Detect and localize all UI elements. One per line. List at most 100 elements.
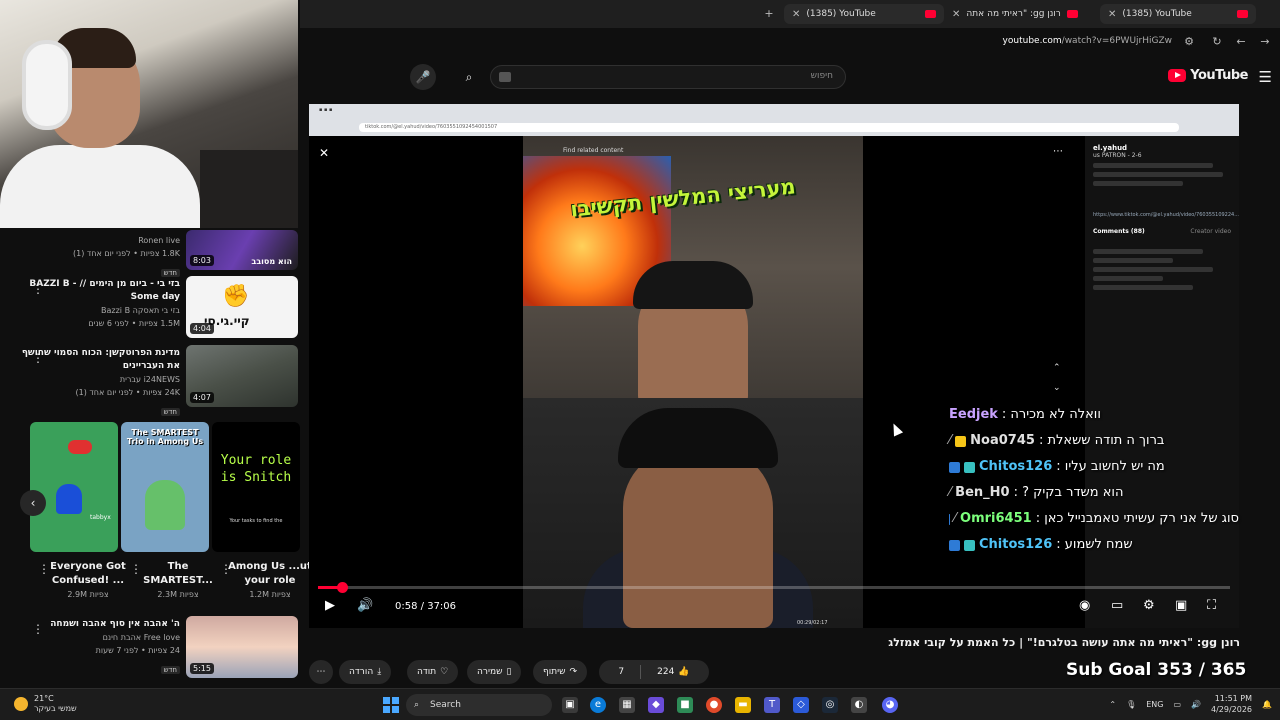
close-icon[interactable]: ✕ <box>792 9 800 20</box>
language-indicator[interactable]: ENG <box>1146 700 1163 709</box>
download-button[interactable]: הורדה ⤓ <box>339 660 392 684</box>
like-count[interactable]: 224 <box>657 667 674 677</box>
keyboard-icon[interactable] <box>499 72 511 82</box>
short-title[interactable]: Among Us ...ut your role <box>226 560 314 588</box>
copilot-icon[interactable]: ◆ <box>648 697 664 713</box>
close-icon[interactable]: ✕ <box>952 9 960 20</box>
search-input[interactable]: חיפוש <box>490 65 846 89</box>
progress-scrubber[interactable] <box>336 582 348 593</box>
clock-date: 4/29/2026 <box>1211 705 1253 714</box>
find-related-text: Find related content <box>563 147 624 154</box>
youtube-favicon-icon <box>1066 10 1078 18</box>
thumbs-up-icon[interactable]: 👍 <box>678 667 689 677</box>
new-tab-icon[interactable]: + <box>762 7 776 21</box>
chat-message: ⁄ Ben_H0 הוא משדר בקיק ? : <box>949 480 1239 506</box>
miniplayer-icon[interactable]: ▣ <box>1175 598 1187 613</box>
teams-icon[interactable]: T <box>764 697 780 713</box>
hamburger-menu-icon[interactable]: ☰ <box>1259 68 1272 86</box>
new-badge: חדש <box>160 408 180 416</box>
taskbar-search[interactable]: ⌕ Search <box>406 694 552 716</box>
notification-bell-icon[interactable]: 🔔 <box>1262 700 1272 709</box>
fullscreen-icon[interactable]: ⛶ <box>1207 598 1216 613</box>
video-thumbnail[interactable]: 4:07 <box>186 345 298 407</box>
autoplay-toggle-icon[interactable]: ◉ <box>1079 598 1090 613</box>
save-button[interactable]: שמירה ▯ <box>467 660 522 684</box>
comments-header: Comments (88) Creator video <box>1093 228 1231 235</box>
short-thumbnail[interactable]: Your role is Snitch Your tasks to find t… <box>212 422 300 552</box>
dislike-count[interactable]: 7 <box>618 667 624 677</box>
player-controls: ▶ 🔊 0:58 / 37:06 ◉ ▭ ⚙ ▣ ⛶ <box>309 594 1239 622</box>
task-view-icon[interactable]: ▣ <box>562 697 578 713</box>
short-thumbnail[interactable]: tabbyx <box>30 422 118 552</box>
thanks-label: תודה <box>417 667 437 677</box>
progress-bar[interactable] <box>318 582 1230 593</box>
clock[interactable]: 11:51 PM 4/29/2026 <box>1211 693 1252 715</box>
discord-icon[interactable]: ◕ <box>882 697 898 713</box>
microphone-icon[interactable]: 🎙 <box>1126 700 1136 709</box>
text-line <box>1093 267 1213 272</box>
video-title: בזי בי - ביום מן הימים // BAZZI B - Some… <box>29 279 180 302</box>
play-icon[interactable]: ▶ <box>325 598 335 613</box>
edge-icon[interactable]: e <box>590 697 606 713</box>
list-item[interactable]: ⋮ ✊ קיי.גי.סי 4:04 בזי בי - ביום מן הימי… <box>0 276 300 340</box>
list-item[interactable]: הוא מסובב 8:03 Ronen live 1.8K צפיות • ל… <box>0 230 300 277</box>
voice-search-icon[interactable]: 🎤 <box>410 64 436 90</box>
forward-icon[interactable]: → <box>1258 35 1272 49</box>
obs-icon[interactable]: ◐ <box>851 697 867 713</box>
youtube-play-icon <box>1168 69 1187 82</box>
browser-tab-active[interactable]: ✕ (1385) YouTube <box>1100 4 1256 24</box>
channel-name[interactable]: i24NEWS עברית <box>20 373 180 386</box>
subscriber-badge-icon <box>949 513 950 525</box>
steam-icon[interactable]: ◎ <box>822 697 838 713</box>
short-title[interactable]: Everyone Got Confused! ... <box>44 560 132 588</box>
chrome-icon[interactable]: ● <box>706 697 722 713</box>
short-title[interactable]: The SMARTEST... <box>134 560 222 588</box>
list-item[interactable]: ⋮ 4:07 מדינת הפרוטקשן: הכוח הסמוי שחושף … <box>0 345 300 416</box>
crewmate-icon <box>145 480 185 530</box>
list-item[interactable]: ⋮ 5:15 ה' אהבה אין סוף אהבה ושמחה Free l… <box>0 616 300 680</box>
app-icon[interactable]: ■ <box>677 697 693 713</box>
share-button[interactable]: שיתוף ↷ <box>533 660 588 684</box>
video-thumbnail[interactable]: הוא מסובב 8:03 <box>186 230 298 270</box>
text-line <box>1093 163 1213 168</box>
store-icon[interactable]: ▦ <box>619 697 635 713</box>
url-text[interactable]: youtube.com/watch?v=6PWUjrHiGZw <box>1003 36 1172 46</box>
address-bar[interactable]: youtube.com/watch?v=6PWUjrHiGZw ⚙ ↻ ← → <box>300 28 1280 58</box>
more-actions-icon[interactable]: ⋯ <box>309 660 333 684</box>
app-icon[interactable]: ◇ <box>793 697 809 713</box>
channel-name[interactable]: Free love אהבת חינם <box>20 631 180 644</box>
subtitles-icon[interactable]: ▭ <box>1111 598 1123 613</box>
browser-tab[interactable]: ✕ (1385) YouTube <box>784 4 944 24</box>
video-thumbnail[interactable]: ✊ קיי.גי.סי 4:04 <box>186 276 298 338</box>
network-icon[interactable]: ▭ <box>1173 700 1181 709</box>
volume-icon[interactable]: 🔊 <box>357 598 373 613</box>
text-line <box>1093 249 1203 254</box>
close-icon: ✕ <box>319 146 330 160</box>
youtube-logo[interactable]: YouTube <box>1168 68 1248 83</box>
chat-text: שמח לשמוע : <box>1056 537 1133 552</box>
channel-name[interactable]: בזי בי תאסקה Bazzi B <box>20 304 180 317</box>
reload-icon[interactable]: ↻ <box>1210 35 1224 49</box>
short-thumbnail[interactable]: The SMARTEST Trio in Among Us <box>121 422 209 552</box>
stream-chat-overlay: Eedjek וואלה לא מכירה : ⁄ Noa0745 ברוך ה… <box>949 402 1239 562</box>
site-settings-icon[interactable]: ⚙ <box>1182 35 1196 49</box>
search-icon[interactable]: ⌕ <box>456 64 482 90</box>
windows-start-icon[interactable] <box>383 697 399 713</box>
browser-tab[interactable]: ✕ רונן gg: "ראיתי מה אתה <box>944 4 1096 24</box>
video-meta: 1.8K צפיות • לפני יום אחד (1) <box>72 249 180 258</box>
back-icon[interactable]: ← <box>1234 35 1248 49</box>
embedded-url: tiktok.com/@el.yahud/video/7603551092454… <box>359 123 1179 132</box>
close-icon[interactable]: ✕ <box>1108 9 1116 20</box>
chat-message: Eedjek וואלה לא מכירה : <box>949 402 1239 428</box>
video-thumbnail[interactable]: 5:15 <box>186 616 298 678</box>
weather-widget[interactable]: 21°C שמשי בעיקר <box>14 694 77 714</box>
volume-icon[interactable]: 🔊 <box>1191 700 1201 709</box>
chevron-up-icon[interactable]: ⌃ <box>1109 700 1116 709</box>
pencil-icon: ⁄ <box>949 433 952 448</box>
settings-icon[interactable]: ⚙ <box>1143 598 1155 613</box>
thanks-button[interactable]: תודה ♡ <box>407 660 459 684</box>
video-duration: 5:15 <box>190 663 214 674</box>
url-path: /watch?v=6PWUjrHiGZw <box>1061 36 1172 46</box>
file-explorer-icon[interactable]: ▬ <box>735 697 751 713</box>
shorts-previous-icon[interactable]: ‹ <box>20 490 46 516</box>
